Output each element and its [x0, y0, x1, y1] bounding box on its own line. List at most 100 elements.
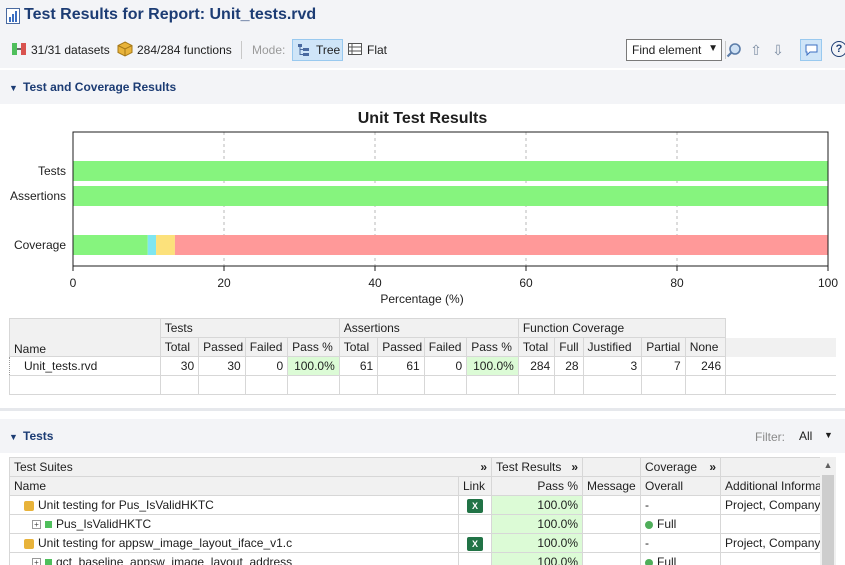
- col-tests-pass-pct[interactable]: Pass %: [287, 337, 340, 357]
- filter-label: Filter:: [755, 430, 785, 444]
- table-row[interactable]: Unit_tests.rvd 30 30 0 100.0% 61 61 0 10…: [9, 356, 836, 376]
- group-coverage[interactable]: Coverage »: [640, 457, 722, 477]
- col-cov-none[interactable]: None: [684, 337, 727, 357]
- test-case-icon: [45, 559, 52, 565]
- col-assert-passed[interactable]: Passed: [377, 337, 425, 357]
- col-message[interactable]: Message: [582, 476, 642, 496]
- bar-coverage-segment-3: [174, 235, 829, 255]
- col-cov-total[interactable]: Total: [517, 337, 556, 357]
- suite-name[interactable]: Unit testing for Pus_IsValidHKTC: [38, 498, 214, 512]
- expand-columns-icon[interactable]: »: [571, 460, 578, 474]
- pass-pct: 100.0%: [491, 552, 584, 565]
- expand-columns-icon[interactable]: »: [709, 460, 716, 474]
- bar-coverage-segment-0: [73, 235, 148, 255]
- pass-pct: 100.0%: [491, 495, 584, 515]
- chevron-down-icon[interactable]: ▼: [824, 430, 833, 440]
- filter-select[interactable]: All: [799, 429, 812, 443]
- summary-group-header-row: Name Tests Assertions Function Coverage: [9, 318, 836, 357]
- assert-passed: 61: [377, 356, 425, 376]
- overall: -: [640, 495, 722, 515]
- bar-assertions-segment-0: [73, 186, 828, 206]
- row-name[interactable]: Unit_tests.rvd: [9, 356, 161, 376]
- col-name[interactable]: Name: [9, 476, 459, 496]
- col-name[interactable]: Name: [9, 318, 161, 357]
- excel-link-icon[interactable]: X: [467, 498, 483, 513]
- test-name[interactable]: Pus_IsValidHKTC: [56, 517, 151, 531]
- bar-tests-segment-0: [73, 161, 828, 181]
- section-divider: [0, 408, 845, 411]
- cov-partial: 7: [641, 356, 686, 376]
- vertical-scrollbar[interactable]: ▲: [820, 457, 836, 565]
- overall: Full: [657, 555, 677, 565]
- cov-total: 284: [517, 356, 556, 376]
- tests-failed: 0: [244, 356, 289, 376]
- group-coverage-label: Coverage: [645, 460, 698, 474]
- table-row[interactable]: + Pus_IsValidHKTC 100.0% Full: [9, 514, 831, 534]
- col-assert-pass-pct[interactable]: Pass %: [466, 337, 519, 357]
- cov-none: 246: [684, 356, 727, 376]
- tests-passed: 30: [198, 356, 246, 376]
- cov-justified: 3: [582, 356, 643, 376]
- collapse-icon[interactable]: ▼: [9, 432, 18, 442]
- group-test-suites[interactable]: Test Suites »: [8, 457, 493, 477]
- table-row[interactable]: + gct_baseline_appsw_image_layout_address…: [9, 552, 831, 565]
- summary-table: Name Tests Assertions Function Coverage …: [9, 318, 836, 395]
- additional-info: Project, Company: [720, 533, 831, 553]
- col-overall[interactable]: Overall: [640, 476, 722, 496]
- assert-pass-pct: 100.0%: [466, 356, 519, 376]
- additional-info: [720, 514, 831, 534]
- scrollbar-thumb[interactable]: [822, 475, 834, 565]
- col-additional-info[interactable]: Additional Information: [720, 476, 831, 496]
- additional-info: Project, Company: [720, 495, 831, 515]
- expand-columns-icon[interactable]: »: [480, 460, 487, 474]
- col-cov-justified[interactable]: Justified: [582, 337, 643, 357]
- overall: Full: [657, 517, 677, 531]
- col-tests-failed[interactable]: Failed: [244, 337, 289, 357]
- tests-total: 30: [159, 356, 200, 376]
- tests-table: Test Suites » Test Results » Coverage » …: [8, 457, 831, 565]
- scroll-up-icon[interactable]: ▲: [820, 457, 836, 473]
- col-tests-total[interactable]: Total: [159, 337, 200, 357]
- col-link[interactable]: Link: [457, 476, 493, 496]
- tests-header-row: Name Link Pass % Message Overall Additio…: [9, 476, 831, 496]
- table-row[interactable]: Unit testing for appsw_image_layout_ifac…: [9, 533, 831, 553]
- table-row[interactable]: Unit testing for Pus_IsValidHKTC X 100.0…: [9, 495, 831, 515]
- group-test-suites-label: Test Suites: [14, 460, 73, 474]
- tests-group-header-row: Test Suites » Test Results » Coverage »: [8, 457, 831, 477]
- col-assert-failed[interactable]: Failed: [423, 337, 468, 357]
- col-assert-total[interactable]: Total: [338, 337, 379, 357]
- group-tests: Tests: [159, 318, 340, 338]
- section-title: Tests: [23, 429, 54, 443]
- suite-icon: [24, 500, 34, 511]
- bar-coverage-segment-1: [147, 235, 157, 255]
- suite-icon: [24, 538, 34, 549]
- excel-link-icon[interactable]: X: [467, 536, 483, 551]
- col-pass-pct[interactable]: Pass %: [491, 476, 584, 496]
- col-tests-passed[interactable]: Passed: [198, 337, 246, 357]
- group-test-results[interactable]: Test Results »: [491, 457, 584, 477]
- pass-pct: 100.0%: [491, 533, 584, 553]
- col-cov-full[interactable]: Full: [554, 337, 584, 357]
- pass-pct: 100.0%: [491, 514, 584, 534]
- coverage-status-icon: [645, 558, 654, 565]
- overall: -: [640, 533, 722, 553]
- coverage-status-icon: [645, 520, 654, 529]
- group-function-coverage: Function Coverage: [517, 318, 727, 338]
- test-case-icon: [45, 521, 52, 529]
- assert-total: 61: [338, 356, 379, 376]
- unit-test-results-chart: [72, 131, 829, 271]
- additional-info: [720, 552, 831, 565]
- assert-failed: 0: [423, 356, 468, 376]
- bar-coverage-segment-2: [156, 235, 175, 255]
- group-test-results-label: Test Results: [496, 460, 562, 474]
- suite-name[interactable]: Unit testing for appsw_image_layout_ifac…: [38, 536, 292, 550]
- cov-full: 28: [554, 356, 584, 376]
- tests-pass-pct: 100.0%: [287, 356, 340, 376]
- col-cov-partial[interactable]: Partial: [641, 337, 686, 357]
- expand-icon[interactable]: +: [32, 520, 41, 530]
- group-assertions: Assertions: [338, 318, 519, 338]
- test-name[interactable]: gct_baseline_appsw_image_layout_address: [56, 555, 292, 565]
- expand-icon[interactable]: +: [32, 558, 41, 565]
- empty-row: [9, 375, 836, 395]
- section-tests[interactable]: ▼ Tests: [0, 419, 845, 453]
